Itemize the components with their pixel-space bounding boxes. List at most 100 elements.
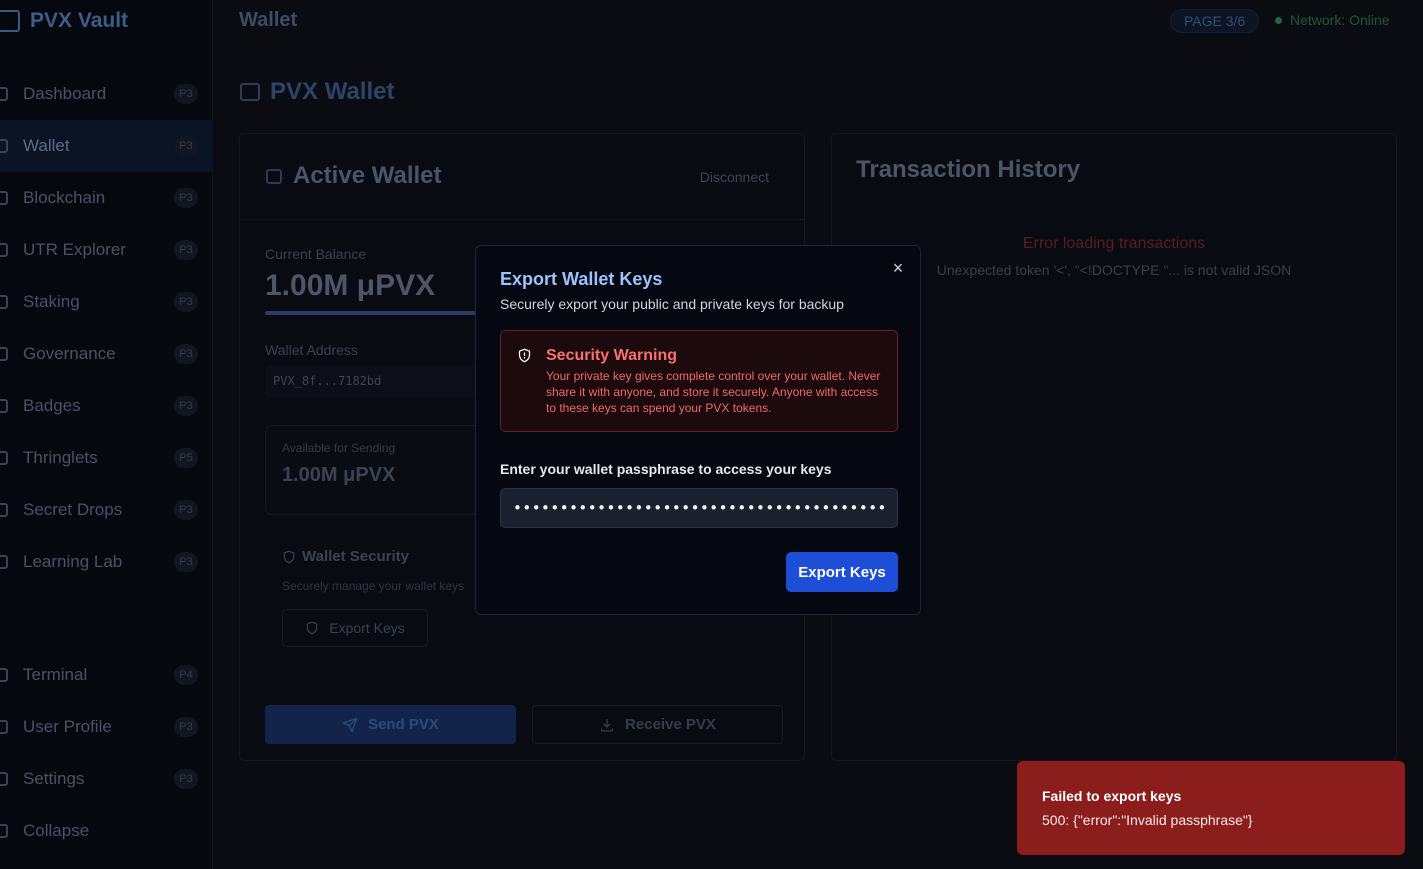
warning-title: Security Warning	[546, 347, 677, 364]
sidebar-item-collapse[interactable]: Collapse	[0, 805, 213, 857]
wallet-icon	[0, 139, 8, 153]
sidebar-item-dashboard[interactable]: Dashboard P3	[0, 68, 213, 120]
export-keys-dialog: × Export Wallet Keys Securely export you…	[475, 245, 921, 615]
share-icon	[0, 295, 8, 309]
send-icon	[342, 717, 358, 732]
wallet-icon	[240, 83, 260, 101]
security-warning: Security Warning Your private key gives …	[500, 330, 898, 432]
sidebar-item-badge: P3	[174, 344, 198, 364]
sidebar-item-badge: P3	[174, 717, 198, 737]
wallet-security-title: Wallet Security	[282, 548, 409, 565]
sidebar-item-badge: P3	[174, 396, 198, 416]
available-label: Available for Sending	[282, 441, 396, 455]
active-wallet-title: Active Wallet	[293, 162, 442, 189]
toast-title: Failed to export keys	[1042, 788, 1182, 804]
book-icon	[0, 555, 8, 569]
chip-logo-icon	[0, 10, 20, 32]
export-keys-label: Export Keys	[329, 620, 405, 636]
receive-pvx-button[interactable]: Receive PVX	[532, 705, 783, 744]
brand[interactable]: PVX Vault	[0, 6, 128, 36]
sidebar-item-badge: P3	[174, 500, 198, 520]
wallet-icon	[266, 169, 282, 184]
governance-icon	[0, 347, 8, 361]
wallet-heading: PVX Wallet	[240, 78, 394, 106]
passphrase-input[interactable]	[500, 488, 898, 528]
sidebar-item-label: Staking	[23, 292, 80, 311]
download-icon	[601, 718, 614, 732]
wallet-heading-text: PVX Wallet	[270, 78, 395, 105]
sidebar-item-label: Badges	[23, 396, 81, 415]
sidebar-item-learning-lab[interactable]: Learning Lab P3	[0, 536, 213, 588]
warning-text: Your private key gives complete control …	[546, 369, 881, 415]
passphrase-label: Enter your wallet passphrase to access y…	[500, 461, 832, 477]
network-status: Network: Online	[1275, 12, 1390, 28]
status-dot-icon	[1275, 16, 1282, 24]
sidebar-item-badge: P3	[174, 552, 198, 572]
blockchain-icon	[0, 191, 8, 205]
sidebar-item-thringlets[interactable]: Thringlets P5	[0, 432, 213, 484]
close-icon[interactable]: ×	[890, 259, 906, 277]
sidebar-item-label: Wallet	[23, 136, 70, 155]
disconnect-button[interactable]: Disconnect	[700, 169, 769, 185]
wallet-security-text: Wallet Security	[302, 548, 409, 565]
sidebar-item-badge: P3	[174, 240, 198, 260]
sidebar-item-label: Learning Lab	[23, 552, 123, 571]
chevron-left-icon	[0, 824, 8, 838]
badge-icon	[0, 399, 8, 413]
sidebar-item-utr-explorer[interactable]: UTR Explorer P3	[0, 224, 213, 276]
sidebar-item-secret-drops[interactable]: Secret Drops P3	[0, 484, 213, 536]
top-bar: Wallet PAGE 3/6 Network: Online	[213, 0, 1423, 42]
sidebar: PVX Vault Dashboard P3 Wallet P3 Blockchain P…	[0, 0, 213, 869]
sidebar-item-label: Terminal	[23, 665, 88, 684]
sidebar-item-badge: P3	[174, 136, 198, 156]
brand-name: PVX Vault	[30, 9, 129, 32]
shield-icon	[518, 348, 531, 363]
user-icon	[0, 720, 8, 734]
sidebar-item-settings[interactable]: Settings P3	[0, 753, 213, 805]
address-label: Wallet Address	[265, 342, 358, 358]
send-pvx-label: Send PVX	[368, 716, 439, 733]
sidebar-item-badge: P5	[174, 448, 198, 468]
transaction-history-title: Transaction History	[856, 156, 1081, 183]
dialog-title: Export Wallet Keys	[500, 269, 663, 289]
balance-value: 1.00M μPVX	[265, 269, 436, 302]
sidebar-item-label: Dashboard	[23, 84, 107, 103]
dashboard-icon	[0, 87, 8, 101]
sidebar-item-wallet[interactable]: Wallet P3	[0, 120, 213, 172]
sidebar-item-badge: P3	[174, 84, 198, 104]
shield-icon	[283, 550, 295, 563]
page-indicator-badge: PAGE 3/6	[1170, 9, 1260, 33]
active-wallet-header: Active Wallet Disconnect	[240, 134, 804, 220]
balance-label: Current Balance	[265, 246, 367, 262]
available-value: 1.00M μPVX	[282, 464, 396, 486]
heart-icon	[0, 451, 8, 465]
sidebar-item-staking[interactable]: Staking P3	[0, 276, 213, 328]
wallet-security-desc: Securely manage your wallet keys	[282, 579, 465, 593]
terminal-icon	[0, 668, 8, 682]
sidebar-item-label: UTR Explorer	[23, 240, 126, 259]
receive-pvx-label: Receive PVX	[625, 716, 716, 733]
sidebar-item-governance[interactable]: Governance P3	[0, 328, 213, 380]
sidebar-nav: Dashboard P3 Wallet P3 Blockchain P3 UTR Explo…	[0, 68, 213, 588]
export-keys-button[interactable]: Export Keys	[786, 552, 898, 592]
error-toast[interactable]: Failed to export keys 500: {"error":"Inv…	[1017, 761, 1405, 855]
sidebar-bottom-nav: Terminal P4 User Profile P3 Settings P3 Collap…	[0, 649, 213, 857]
sidebar-item-label: Secret Drops	[23, 500, 123, 519]
sidebar-item-terminal[interactable]: Terminal P4	[0, 649, 213, 701]
shield-icon	[307, 621, 318, 635]
export-keys-button-bg[interactable]: Export Keys	[282, 609, 428, 647]
sidebar-item-label: User Profile	[23, 717, 112, 736]
database-icon	[0, 243, 8, 257]
sidebar-item-label: Governance	[23, 344, 116, 363]
page-title: Wallet	[239, 9, 298, 31]
sidebar-item-user-profile[interactable]: User Profile P3	[0, 701, 213, 753]
sidebar-item-label: Thringlets	[23, 448, 98, 467]
sidebar-item-label: Blockchain	[23, 188, 106, 207]
sidebar-item-label: Collapse	[23, 821, 90, 840]
sidebar-item-blockchain[interactable]: Blockchain P3	[0, 172, 213, 224]
gear-icon	[0, 772, 8, 786]
network-status-label: Network: Online	[1290, 12, 1390, 28]
sidebar-item-badges[interactable]: Badges P3	[0, 380, 213, 432]
sidebar-item-badge: P4	[174, 665, 198, 685]
send-pvx-button[interactable]: Send PVX	[265, 705, 516, 744]
